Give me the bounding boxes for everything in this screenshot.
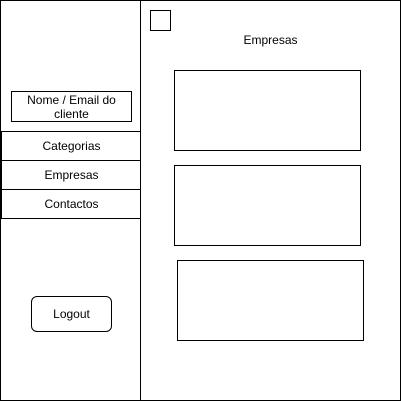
- company-card-1[interactable]: [174, 70, 361, 151]
- page-title: Empresas: [243, 33, 298, 47]
- sidebar-item-contactos[interactable]: Contactos: [1, 189, 142, 219]
- client-name-label: Nome / Email do cliente: [11, 91, 132, 122]
- logout-button[interactable]: Logout: [31, 296, 112, 332]
- company-card-3[interactable]: [177, 260, 364, 341]
- app-window: Nome / Email do cliente Categorias Empre…: [0, 0, 401, 401]
- company-card-2[interactable]: [174, 165, 361, 246]
- sidebar-nav: Categorias Empresas Contactos: [1, 131, 142, 219]
- menu-toggle-checkbox[interactable]: [150, 10, 171, 31]
- sidebar-item-empresas[interactable]: Empresas: [1, 160, 142, 190]
- sidebar-item-categorias[interactable]: Categorias: [1, 131, 142, 161]
- sidebar: Nome / Email do cliente Categorias Empre…: [0, 0, 142, 401]
